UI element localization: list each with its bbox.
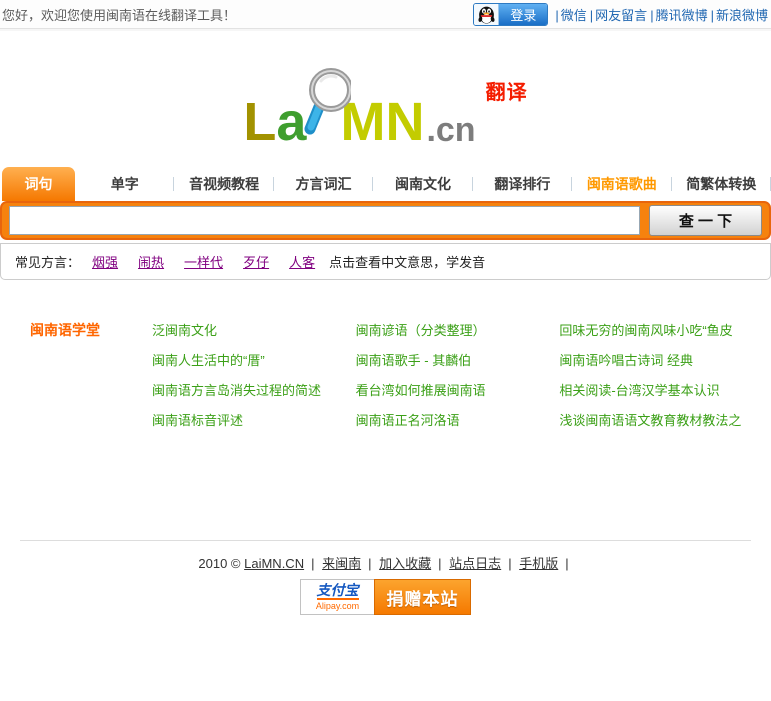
donate-button[interactable]: 支付宝 Alipay.com 捐赠本站	[300, 579, 471, 615]
school-article-link[interactable]: 看台湾如何推展闽南语	[356, 376, 560, 406]
tab-av-tutorials[interactable]: 音视频教程	[174, 167, 275, 201]
search-button[interactable]: 查 一 下	[649, 205, 762, 236]
school-article-link[interactable]: 闽南语方言岛消失过程的简述	[152, 376, 356, 406]
copyright-text: 2010 ©	[198, 556, 241, 571]
logo-letter-l: L	[243, 91, 277, 152]
donate-row: 支付宝 Alipay.com 捐赠本站	[0, 579, 771, 615]
login-button-label[interactable]: 登录	[499, 3, 548, 25]
dialect-link[interactable]: 闹热	[138, 252, 164, 271]
school-article-link[interactable]: 闽南人生活中的“厝”	[152, 346, 356, 376]
footer-link-bookmark[interactable]: 加入收藏	[379, 556, 445, 571]
dialects-label: 常见方言：	[15, 255, 81, 270]
school-article-link[interactable]: 相关阅读-台湾汉学基本认识	[559, 376, 763, 406]
alipay-logo: 支付宝 Alipay.com	[300, 579, 374, 615]
school-article-link[interactable]: 闽南语正名河洛语	[356, 406, 560, 436]
tab-simplified-traditional[interactable]: 简繁体转换	[672, 167, 771, 201]
tab-minnan-songs[interactable]: 闽南语歌曲	[572, 167, 672, 201]
magnifier-icon	[303, 67, 354, 149]
logo-letters-mn: MN	[340, 91, 425, 152]
tab-minnan-culture[interactable]: 闽南文化	[373, 167, 474, 201]
link-sina-weibo[interactable]: 新浪微博	[708, 5, 768, 24]
welcome-message: 您好，欢迎您使用闽南语在线翻译工具！	[2, 7, 237, 23]
footer-link-laimn[interactable]: LaiMN.CN	[244, 556, 318, 571]
logo-translate-badge: 翻译	[485, 82, 528, 104]
footer-link-laiminnan[interactable]: 来闽南	[322, 556, 375, 571]
footer-link-mobile[interactable]: 手机版	[519, 556, 572, 571]
dialect-link[interactable]: 烟强	[92, 252, 118, 271]
alipay-logo-cn: 支付宝	[316, 582, 359, 600]
search-input[interactable]	[9, 206, 640, 235]
tab-dialect-vocab[interactable]: 方言词汇	[274, 167, 374, 201]
footer: 2010 © LaiMN.CN 来闽南 加入收藏 站点日志 手机版	[0, 553, 771, 572]
qq-penguin-icon	[474, 3, 500, 25]
topbar-right: 登录 微信 网友留言 腾讯微博 新浪微博	[473, 2, 768, 26]
search-bar: 查 一 下	[0, 201, 771, 240]
main-nav: 词句 单字 音视频教程 方言词汇 闽南文化 翻译排行 闽南语歌曲 简繁体转换	[0, 167, 771, 201]
school-section-title: 闽南语学堂	[30, 322, 100, 338]
school-column-2: 闽南谚语（分类整理） 闽南语歌手 - 其麟伯 看台湾如何推展闽南语 闽南语正名河…	[356, 316, 560, 436]
school-article-link[interactable]: 闽南语吟唱古诗词 经典	[559, 346, 763, 376]
school-column-3: 回味无穷的闽南风味小吃“鱼皮 闽南语吟唱古诗词 经典 相关阅读-台湾汉学基本认识…	[559, 316, 763, 436]
tab-translation-ranking[interactable]: 翻译排行	[473, 167, 573, 201]
alipay-logo-en: Alipay.com	[315, 601, 360, 611]
footer-link-site-blog[interactable]: 站点日志	[449, 556, 515, 571]
school-article-link[interactable]: 回味无穷的闽南风味小吃“鱼皮	[559, 316, 763, 346]
minnan-school-section: 闽南语学堂 泛闽南文化 闽南人生活中的“厝” 闽南语方言岛消失过程的简述 闽南语…	[0, 316, 771, 436]
site-logo[interactable]: L a MN .cn 翻译	[243, 60, 528, 152]
school-column-1: 泛闽南文化 闽南人生活中的“厝” 闽南语方言岛消失过程的简述 闽南语标音评述	[152, 316, 356, 436]
dialect-link[interactable]: 一样代	[184, 252, 223, 271]
top-bar: 您好，欢迎您使用闽南语在线翻译工具！ 登录 微信	[0, 0, 771, 29]
common-dialects-bar: 常见方言： 烟强 闹热 一样代 歹仔 人客 点击查看中文意思，学发音	[0, 243, 771, 280]
logo-letter-a: a	[276, 91, 307, 152]
link-guestbook[interactable]: 网友留言	[587, 5, 647, 24]
tab-single-char[interactable]: 单字	[75, 167, 175, 201]
school-article-link[interactable]: 闽南语歌手 - 其麟伯	[356, 346, 560, 376]
logo-domain-suffix: .cn	[426, 110, 476, 149]
dialects-hint: 点击查看中文意思，学发音	[329, 255, 486, 270]
link-wechat[interactable]: 微信	[552, 5, 587, 24]
logo-section: L a MN .cn 翻译	[0, 29, 771, 167]
qq-login-button[interactable]: 登录	[473, 2, 549, 26]
topbar-links: 微信 网友留言 腾讯微博 新浪微博	[552, 5, 768, 24]
dialect-link[interactable]: 人客	[289, 252, 315, 271]
school-article-link[interactable]: 浅谈闽南语语文教育教材教法之	[559, 406, 763, 436]
school-article-link[interactable]: 泛闽南文化	[152, 316, 356, 346]
donate-button-label[interactable]: 捐赠本站	[374, 579, 471, 615]
school-article-link[interactable]: 闽南谚语（分类整理）	[356, 316, 560, 346]
footer-divider	[20, 540, 751, 541]
school-article-link[interactable]: 闽南语标音评述	[152, 406, 356, 436]
dialect-link[interactable]: 歹仔	[243, 252, 269, 271]
link-tencent-weibo[interactable]: 腾讯微博	[647, 5, 708, 24]
tab-phrases[interactable]: 词句	[2, 167, 75, 201]
